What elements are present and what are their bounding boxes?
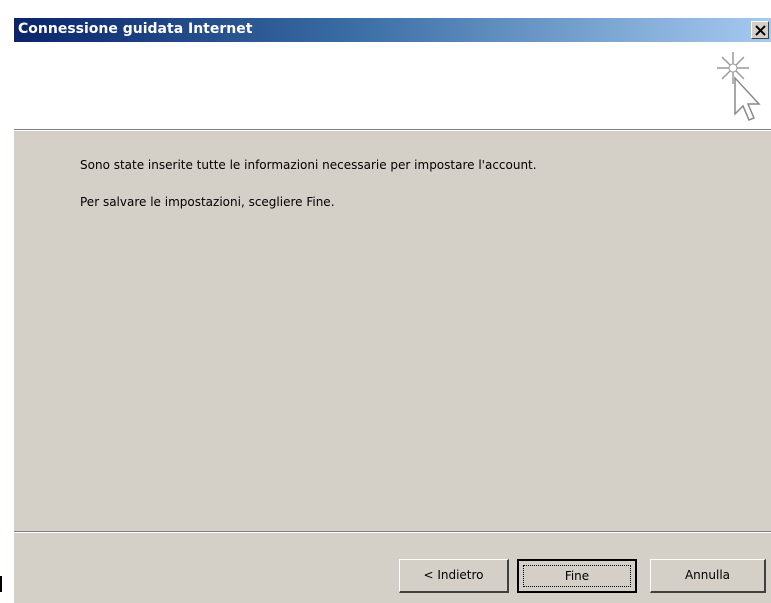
title-bar[interactable]: Connessione guidata Internet — [14, 18, 771, 42]
wizard-star-cursor-icon — [717, 52, 761, 121]
back-button[interactable]: < Indietro — [399, 559, 509, 593]
info-text-complete: Sono state inserite tutte le informazion… — [80, 158, 537, 172]
info-text-save: Per salvare le impostazioni, scegliere F… — [80, 195, 335, 209]
window-title: Connessione guidata Internet — [18, 21, 253, 37]
wizard-dialog: Connessione guidata Internet Sono state … — [14, 18, 771, 603]
finish-button[interactable]: Fine — [517, 559, 637, 593]
close-button[interactable] — [751, 21, 769, 39]
finish-button-label: Fine — [523, 565, 631, 587]
close-icon — [755, 25, 766, 36]
cancel-button[interactable]: Annulla — [650, 559, 766, 593]
wizard-header-band — [14, 42, 771, 131]
left-edge-mark — [0, 576, 2, 592]
footer-separator — [14, 531, 771, 533]
